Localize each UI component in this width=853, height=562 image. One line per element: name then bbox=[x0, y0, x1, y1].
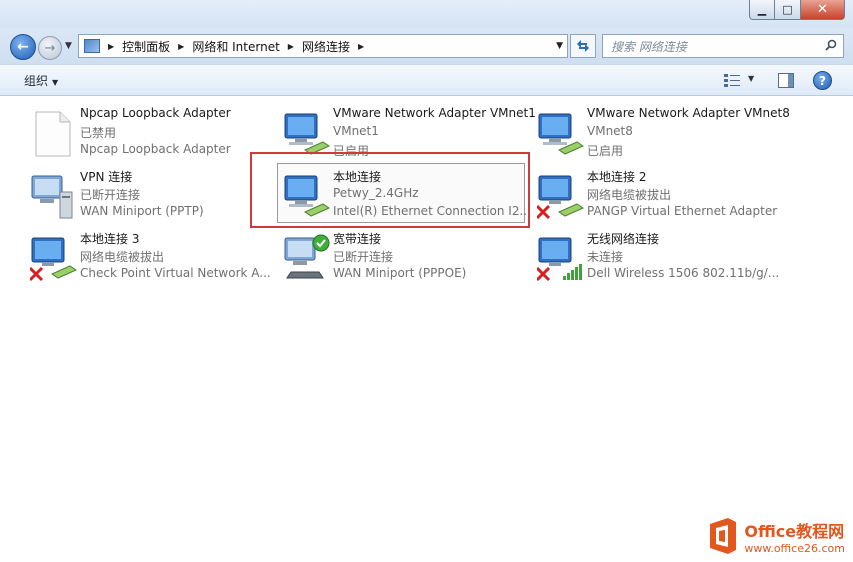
connection-status: 未连接 bbox=[587, 250, 624, 264]
connection-name: Npcap Loopback Adapter bbox=[80, 106, 231, 120]
connection-name: VMware Network Adapter VMnet8 bbox=[587, 106, 790, 120]
view-options-dropdown-icon[interactable]: ▼ bbox=[748, 74, 754, 83]
vpn-icon bbox=[31, 175, 73, 219]
network-adapter-icon bbox=[284, 113, 331, 155]
connection-device: Npcap Loopback Adapter bbox=[80, 142, 231, 156]
search-input[interactable]: 搜索 网络连接 bbox=[611, 38, 687, 55]
control-panel-icon bbox=[84, 39, 100, 53]
watermark-url: www.office26.com bbox=[744, 541, 845, 555]
broadband-icon bbox=[284, 234, 330, 279]
refresh-button[interactable] bbox=[570, 34, 596, 58]
minimize-button[interactable]: ▁ bbox=[749, 0, 775, 20]
connection-name: VPN 连接 bbox=[80, 170, 133, 184]
search-box[interactable]: 搜索 网络连接 bbox=[602, 34, 844, 58]
connection-item-broadband[interactable]: 宽带连接 已断开连接 WAN Miniport (PPPOE) bbox=[283, 230, 533, 286]
watermark-title: Office教程网 bbox=[744, 521, 845, 541]
search-icon[interactable] bbox=[825, 39, 837, 51]
connection-status: 网络电缆被拔出 bbox=[80, 250, 165, 264]
breadcrumb-separator-icon[interactable]: ▶ bbox=[178, 42, 184, 51]
connection-status: 已禁用 bbox=[80, 126, 117, 140]
connection-status: VMnet1 bbox=[333, 124, 379, 138]
connection-device: PANGP Virtual Ethernet Adapter bbox=[587, 204, 778, 218]
network-adapter-icon bbox=[538, 113, 585, 155]
breadcrumb-control-panel[interactable]: 控制面板 bbox=[122, 38, 170, 55]
navigation-bar: ← → ▼ ▶ 控制面板 ▶ 网络和 Internet ▶ 网络连接 ▶ ▼ 搜… bbox=[0, 28, 853, 64]
maximize-button[interactable]: □ bbox=[775, 0, 801, 20]
office-logo-icon bbox=[710, 518, 737, 554]
organize-menu[interactable]: 组织 ▼ bbox=[24, 72, 58, 89]
connection-name: 本地连接 3 bbox=[80, 232, 140, 246]
connection-item-npcap[interactable]: Npcap Loopback Adapter 已禁用 Npcap Loopbac… bbox=[30, 106, 280, 162]
breadcrumb-network-connections[interactable]: 网络连接 bbox=[302, 38, 350, 55]
wireless-disconnected-icon bbox=[537, 237, 582, 282]
breadcrumb-separator-icon[interactable]: ▶ bbox=[288, 42, 294, 51]
change-view-icon[interactable] bbox=[724, 74, 740, 88]
connection-item-wireless[interactable]: 无线网络连接 未连接 Dell Wireless 1506 802.11b/g/… bbox=[537, 230, 787, 286]
connections-list: Npcap Loopback Adapter 已禁用 Npcap Loopbac… bbox=[0, 96, 853, 562]
connection-status: VMnet8 bbox=[587, 124, 633, 138]
connection-item-local-2[interactable]: 本地连接 2 网络电缆被拔出 PANGP Virtual Ethernet Ad… bbox=[537, 168, 787, 224]
annotation-highlight-box bbox=[250, 152, 530, 228]
connection-device: 已启用 bbox=[587, 144, 624, 158]
breadcrumb-separator-icon[interactable]: ▶ bbox=[358, 42, 364, 51]
connection-item-vpn[interactable]: VPN 连接 已断开连接 WAN Miniport (PPTP) bbox=[30, 168, 280, 224]
connection-status: 已断开连接 bbox=[333, 250, 394, 264]
breadcrumb-network-internet[interactable]: 网络和 Internet bbox=[192, 38, 279, 55]
connection-name: 本地连接 2 bbox=[587, 170, 647, 184]
connection-device: Check Point Virtual Network A... bbox=[80, 266, 271, 280]
help-icon[interactable]: ? bbox=[813, 71, 832, 90]
window-controls: ▁ □ ✕ bbox=[749, 0, 845, 20]
address-bar[interactable]: ▶ 控制面板 ▶ 网络和 Internet ▶ 网络连接 ▶ ▼ bbox=[78, 34, 568, 58]
network-disconnected-icon bbox=[30, 237, 78, 282]
connection-item-vmnet8[interactable]: VMware Network Adapter VMnet8 VMnet8 已启用 bbox=[537, 106, 790, 162]
connection-item-local-3[interactable]: 本地连接 3 网络电缆被拔出 Check Point Virtual Netwo… bbox=[30, 230, 280, 286]
connection-device: WAN Miniport (PPPOE) bbox=[333, 266, 467, 280]
refresh-icon bbox=[577, 40, 589, 52]
watermark: Office教程网 www.office26.com bbox=[706, 516, 845, 556]
document-icon bbox=[35, 111, 71, 157]
breadcrumb-separator-icon[interactable]: ▶ bbox=[108, 42, 114, 51]
close-button[interactable]: ✕ bbox=[801, 0, 845, 20]
chevron-down-icon: ▼ bbox=[52, 78, 59, 87]
connection-device: WAN Miniport (PPTP) bbox=[80, 204, 204, 218]
network-disconnected-icon bbox=[537, 175, 585, 220]
connection-name: 无线网络连接 bbox=[587, 232, 660, 246]
back-button[interactable]: ← bbox=[10, 34, 36, 60]
connection-device: Dell Wireless 1506 802.11b/g/... bbox=[587, 266, 780, 280]
connection-name: VMware Network Adapter VMnet1 bbox=[333, 106, 536, 120]
title-bar: ▁ □ ✕ bbox=[0, 0, 853, 28]
connection-status: 网络电缆被拔出 bbox=[587, 188, 672, 202]
organize-label: 组织 bbox=[24, 74, 49, 88]
address-dropdown-icon[interactable]: ▼ bbox=[556, 41, 563, 51]
connection-name: 宽带连接 bbox=[333, 232, 382, 246]
recent-pages-dropdown-icon[interactable]: ▼ bbox=[65, 41, 72, 51]
command-bar: 组织 ▼ ▼ ? bbox=[0, 64, 853, 96]
forward-button[interactable]: → bbox=[38, 36, 62, 60]
preview-pane-icon[interactable] bbox=[778, 73, 794, 88]
connection-status: 已断开连接 bbox=[80, 188, 141, 202]
